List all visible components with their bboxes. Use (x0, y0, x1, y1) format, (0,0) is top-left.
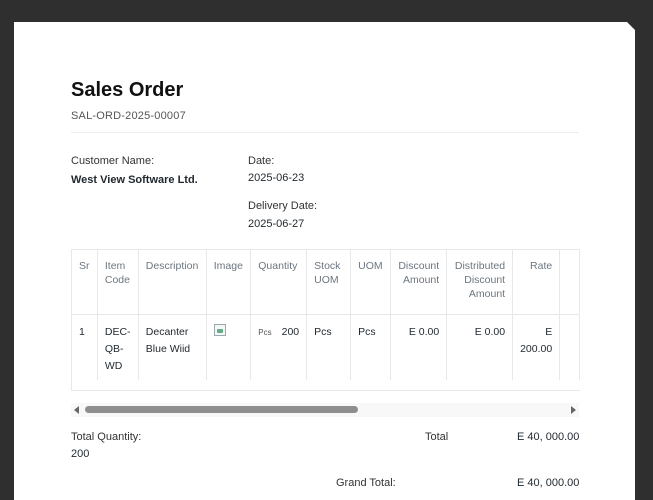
header-rate: Rate (512, 250, 561, 315)
delivery-date-value: 2025-06-27 (248, 218, 305, 230)
header-description: Description (138, 250, 207, 315)
items-table: Sr Item Code Description Image Quantity … (72, 250, 580, 380)
header-distributed-discount-amount: Distributed Discount Amount (446, 250, 514, 315)
scrollbar-thumb[interactable] (85, 406, 358, 413)
cell-discount-amount: E 0.00 (390, 314, 448, 380)
header-sr: Sr (72, 250, 98, 315)
customer-name-label: Customer Name: (71, 155, 155, 167)
delivery-date-label: Delivery Date: (248, 200, 318, 212)
date-value: 2025-06-23 (248, 172, 305, 184)
cell-uom: Pcs (350, 314, 391, 380)
items-table-container[interactable]: Sr Item Code Description Image Quantity … (71, 249, 580, 391)
quantity-uom: Pcs (258, 327, 272, 337)
scroll-left-arrow-icon[interactable] (74, 406, 79, 414)
date-label: Date: (248, 155, 275, 167)
header-image: Image (206, 250, 252, 315)
page-corner-fold (627, 22, 635, 30)
cell-description: Decanter Blue Wiid (138, 314, 207, 380)
cell-stock-uom: Pcs (306, 314, 352, 380)
grand-total-value: E 40, 000.00 (517, 477, 580, 489)
header-uom: UOM (350, 250, 391, 315)
page-title: Sales Order (71, 79, 184, 101)
cell-item-code: DEC-QB-WD (97, 314, 139, 380)
table-row: 1 DEC-QB-WD Decanter Blue Wiid Pcs 200 Pc… (72, 314, 580, 380)
print-page: Sales Order SAL-ORD-2025-00007 Customer … (14, 22, 635, 500)
quantity-value: 200 (281, 325, 300, 338)
total-label: Total (425, 431, 449, 443)
header-divider (71, 132, 579, 133)
table-header-row: Sr Item Code Description Image Quantity … (72, 250, 580, 315)
header-discount-amount: Discount Amount (390, 250, 448, 315)
cell-overflow (559, 314, 580, 380)
cell-sr: 1 (72, 314, 98, 380)
document-id: SAL-ORD-2025-00007 (71, 110, 186, 122)
cell-distributed-discount-amount: E 0.00 (446, 314, 514, 380)
scroll-right-arrow-icon[interactable] (571, 406, 576, 414)
header-item-code: Item Code (97, 250, 139, 315)
total-value: E 40, 000.00 (517, 431, 580, 443)
header-quantity: Quantity (250, 250, 308, 315)
total-quantity-value: 200 (71, 448, 90, 460)
broken-image-icon (213, 323, 226, 336)
total-quantity-label: Total Quantity: (71, 431, 142, 443)
header-stock-uom: Stock UOM (306, 250, 352, 315)
grand-total-label: Grand Total: (336, 477, 396, 489)
table-horizontal-scrollbar[interactable] (71, 403, 579, 417)
cell-image (206, 314, 252, 380)
cell-quantity: Pcs 200 (250, 314, 308, 380)
header-overflow (559, 250, 580, 315)
customer-name-value: West View Software Ltd. (71, 174, 198, 186)
cell-rate: E 200.00 (512, 314, 561, 380)
